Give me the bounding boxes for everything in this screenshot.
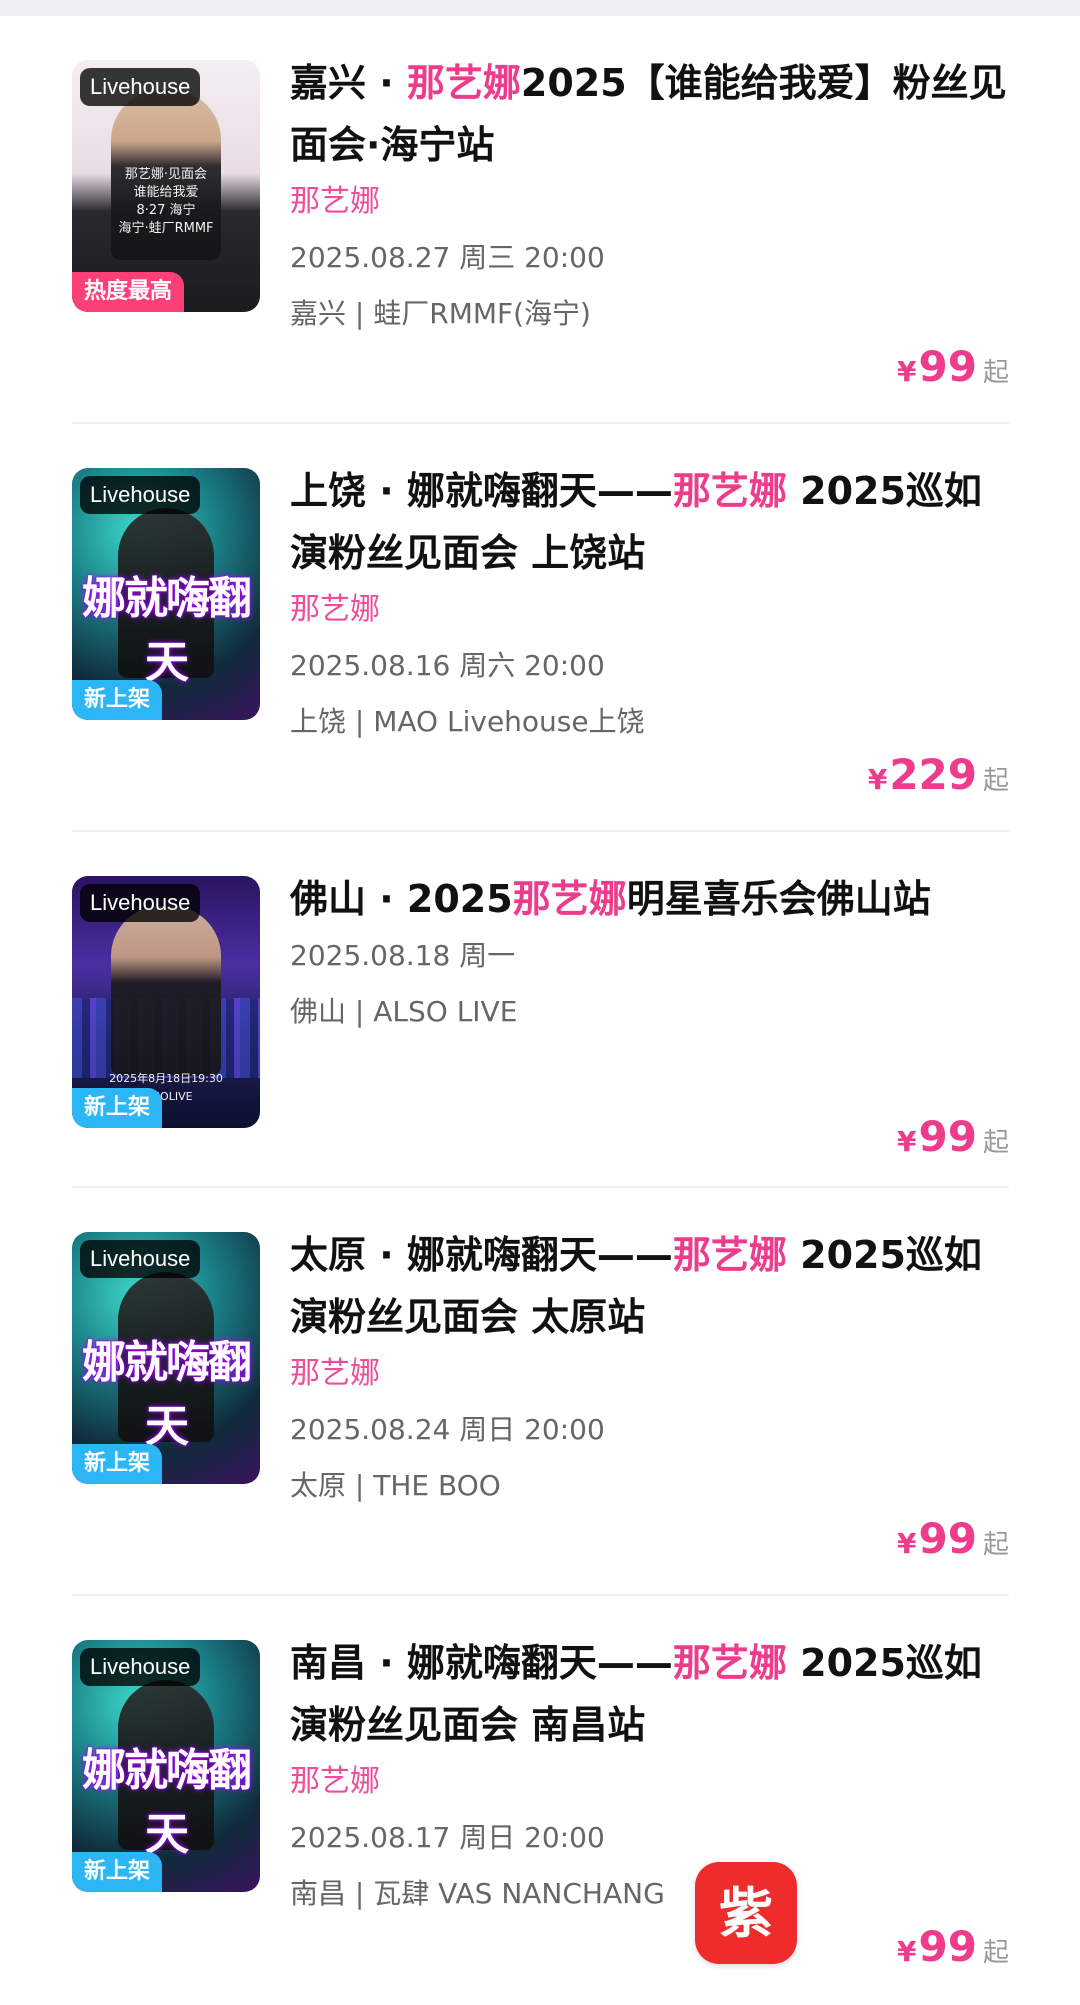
event-title[interactable]: 太原 · 娜就嗨翻天——那艺娜 2025巡如演粉丝见面会 太原站	[290, 1224, 1009, 1348]
livehouse-badge: Livehouse	[80, 68, 201, 106]
event-poster[interactable]: 娜就嗨翻天 Livehouse 新上架	[72, 468, 260, 720]
app-logo-watermark: 紫牛	[695, 1862, 797, 2005]
event-card[interactable]: 娜就嗨翻天 Livehouse 新上架 上饶 · 娜就嗨翻天——那艺娜 2025…	[72, 424, 1009, 832]
title-city: 太原 · 娜就嗨翻天——	[290, 1233, 673, 1277]
event-datetime: 2025.08.24 周日 20:00	[290, 1413, 605, 1446]
event-poster[interactable]: 娜就嗨翻天 Livehouse 新上架	[72, 1640, 260, 1892]
title-highlight: 那艺娜	[672, 1641, 787, 1685]
price-value: 99	[918, 342, 977, 391]
event-datetime: 2025.08.27 周三 20:00	[290, 241, 605, 274]
event-price: ¥ 99 起	[897, 342, 1009, 391]
event-poster[interactable]: 娜就嗨翻天 Livehouse 新上架	[72, 1232, 260, 1484]
event-info: 佛山 · 2025那艺娜明星喜乐会佛山站 2025.08.18 周一 佛山 | …	[290, 868, 1009, 1034]
event-venue: 嘉兴 | 蛙厂RMMF(海宁)	[290, 297, 591, 330]
event-title[interactable]: 佛山 · 2025那艺娜明星喜乐会佛山站	[290, 868, 1009, 930]
title-city: 南昌 · 娜就嗨翻天——	[290, 1641, 673, 1685]
event-artist: 那艺娜	[290, 592, 380, 627]
price-value: 99	[918, 1112, 977, 1161]
event-info: 嘉兴 · 那艺娜2025【谁能给我爱】粉丝见面会·海宁站 那艺娜 2025.08…	[290, 52, 1009, 336]
title-rest: 明星喜乐会佛山站	[626, 877, 931, 921]
event-title[interactable]: 嘉兴 · 那艺娜2025【谁能给我爱】粉丝见面会·海宁站	[290, 52, 1009, 176]
event-venue: 佛山 | ALSO LIVE	[290, 995, 518, 1028]
title-city: 嘉兴 ·	[290, 61, 407, 105]
poster-caption: 那艺娜·见面会 谁能给我爱 8·27 海宁 海宁·蛙厂RMMF	[118, 167, 214, 236]
livehouse-badge: Livehouse	[80, 476, 201, 514]
title-city: 上饶 · 娜就嗨翻天——	[290, 469, 673, 513]
event-poster[interactable]: 那艺娜·见面会 谁能给我爱 8·27 海宁 海宁·蛙厂RMMF Livehous…	[72, 60, 260, 312]
event-artist: 那艺娜	[290, 1764, 380, 1799]
event-title[interactable]: 上饶 · 娜就嗨翻天——那艺娜 2025巡如演粉丝见面会 上饶站	[290, 460, 1009, 584]
poster-art-text: 娜就嗨翻天	[82, 1337, 252, 1452]
event-artist: 那艺娜	[290, 1356, 380, 1391]
currency-symbol: ¥	[897, 1125, 917, 1158]
new-badge: 新上架	[72, 680, 163, 720]
event-price: ¥ 99 起	[897, 1514, 1009, 1563]
event-datetime: 2025.08.16 周六 20:00	[290, 649, 605, 682]
event-card[interactable]: 娜就嗨翻天 Livehouse 新上架 太原 · 娜就嗨翻天——那艺娜 2025…	[72, 1188, 1009, 1596]
currency-symbol: ¥	[867, 763, 888, 796]
event-poster[interactable]: 2025年8月18日19:30 ALSOLIVE Livehouse 新上架	[72, 876, 260, 1128]
event-datetime: 2025.08.17 周日 20:00	[290, 1821, 605, 1854]
title-highlight: 那艺娜	[672, 1233, 787, 1277]
price-value: 99	[918, 1514, 977, 1563]
event-card[interactable]: 2025年8月18日19:30 ALSOLIVE Livehouse 新上架 佛…	[72, 832, 1009, 1188]
new-badge: 新上架	[72, 1852, 163, 1892]
event-info: 太原 · 娜就嗨翻天——那艺娜 2025巡如演粉丝见面会 太原站 那艺娜 202…	[290, 1224, 1009, 1508]
price-suffix: 起	[982, 1938, 1009, 1968]
title-city: 佛山 · 2025	[290, 877, 513, 921]
hot-badge: 热度最高	[72, 272, 185, 312]
price-value: 99	[918, 1922, 977, 1971]
event-info: 上饶 · 娜就嗨翻天——那艺娜 2025巡如演粉丝见面会 上饶站 那艺娜 202…	[290, 460, 1009, 744]
new-badge: 新上架	[72, 1088, 163, 1128]
title-highlight: 那艺娜	[406, 61, 521, 105]
event-price: ¥ 229 起	[868, 750, 1009, 799]
event-card[interactable]: 那艺娜·见面会 谁能给我爱 8·27 海宁 海宁·蛙厂RMMF Livehous…	[72, 16, 1009, 424]
poster-art-text: 娜就嗨翻天	[82, 573, 252, 688]
title-highlight: 那艺娜	[672, 469, 787, 513]
poster-artist-figure	[111, 906, 221, 1076]
event-artist: 那艺娜	[290, 184, 380, 219]
currency-symbol: ¥	[897, 1935, 917, 1968]
price-value: 229	[889, 750, 977, 799]
price-suffix: 起	[982, 358, 1009, 388]
top-bar	[0, 0, 1080, 16]
event-venue: 太原 | THE BOO	[290, 1469, 501, 1502]
new-badge: 新上架	[72, 1444, 163, 1484]
event-datetime: 2025.08.18 周一	[290, 939, 516, 972]
currency-symbol: ¥	[897, 355, 917, 388]
event-card[interactable]: 娜就嗨翻天 Livehouse 新上架 南昌 · 娜就嗨翻天——那艺娜 2025…	[72, 1596, 1009, 2004]
livehouse-badge: Livehouse	[80, 1240, 201, 1278]
event-venue: 南昌 | 瓦肆 VAS NANCHANG	[290, 1877, 665, 1910]
event-price: ¥ 99 起	[897, 1112, 1009, 1161]
currency-symbol: ¥	[897, 1527, 917, 1560]
price-suffix: 起	[982, 766, 1009, 796]
price-suffix: 起	[982, 1128, 1009, 1158]
livehouse-badge: Livehouse	[80, 884, 201, 922]
poster-art-text: 娜就嗨翻天	[82, 1745, 252, 1860]
event-title[interactable]: 南昌 · 娜就嗨翻天——那艺娜 2025巡如演粉丝见面会 南昌站	[290, 1632, 1009, 1756]
livehouse-badge: Livehouse	[80, 1648, 201, 1686]
event-info: 南昌 · 娜就嗨翻天——那艺娜 2025巡如演粉丝见面会 南昌站 那艺娜 202…	[290, 1632, 1009, 1916]
title-highlight: 那艺娜	[512, 877, 627, 921]
event-price: ¥ 99 起	[897, 1922, 1009, 1971]
price-suffix: 起	[982, 1530, 1009, 1560]
event-venue: 上饶 | MAO Livehouse上饶	[290, 705, 645, 738]
